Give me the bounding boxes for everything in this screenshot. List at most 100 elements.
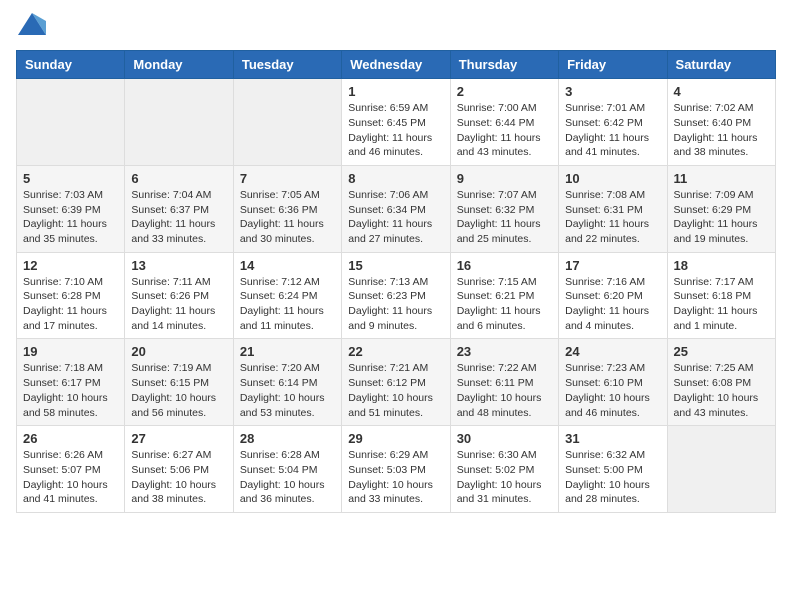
day-number: 20	[131, 344, 226, 359]
day-info: Sunrise: 7:21 AM Sunset: 6:12 PM Dayligh…	[348, 361, 443, 420]
calendar-cell: 29Sunrise: 6:29 AM Sunset: 5:03 PM Dayli…	[342, 426, 450, 513]
day-number: 11	[674, 171, 769, 186]
day-info: Sunrise: 6:29 AM Sunset: 5:03 PM Dayligh…	[348, 448, 443, 507]
calendar-cell: 5 Sunrise: 7:03 AM Sunset: 6:39 PM Daylig…	[17, 165, 125, 252]
day-info: Sunrise: 7:17 AM Sunset: 6:18 PM Dayligh…	[674, 275, 769, 334]
calendar-cell: 21 Sunrise: 7:20 AM Sunset: 6:14 PM Dayli…	[233, 339, 341, 426]
day-info: Sunrise: 7:00 AM Sunset: 6:44 PM Dayligh…	[457, 101, 552, 160]
day-number: 21	[240, 344, 335, 359]
weekday-header: Sunday	[17, 51, 125, 79]
calendar-cell: 14Sunrise: 7:12 AM Sunset: 6:24 PM Dayli…	[233, 252, 341, 339]
calendar-cell: 31 Sunrise: 6:32 AM Sunset: 5:00 PM Dayli…	[559, 426, 667, 513]
day-number: 6	[131, 171, 226, 186]
calendar-cell: 7 Sunrise: 7:05 AM Sunset: 6:36 PM Daylig…	[233, 165, 341, 252]
day-number: 24	[565, 344, 660, 359]
day-info: Sunrise: 7:03 AM Sunset: 6:39 PM Dayligh…	[23, 188, 118, 247]
day-info: Sunrise: 7:25 AM Sunset: 6:08 PM Dayligh…	[674, 361, 769, 420]
day-info: Sunrise: 7:11 AM Sunset: 6:26 PM Dayligh…	[131, 275, 226, 334]
day-number: 16	[457, 258, 552, 273]
day-number: 5	[23, 171, 118, 186]
day-info: Sunrise: 7:04 AM Sunset: 6:37 PM Dayligh…	[131, 188, 226, 247]
calendar-week-row: 26 Sunrise: 6:26 AM Sunset: 5:07 PM Dayli…	[17, 426, 776, 513]
calendar-cell	[17, 79, 125, 166]
calendar-cell: 12 Sunrise: 7:10 AM Sunset: 6:28 PM Dayli…	[17, 252, 125, 339]
day-number: 2	[457, 84, 552, 99]
day-number: 3	[565, 84, 660, 99]
weekday-header: Wednesday	[342, 51, 450, 79]
day-number: 10	[565, 171, 660, 186]
day-number: 28	[240, 431, 335, 446]
day-number: 9	[457, 171, 552, 186]
day-number: 15	[348, 258, 443, 273]
day-info: Sunrise: 6:26 AM Sunset: 5:07 PM Dayligh…	[23, 448, 118, 507]
calendar-cell: 13 Sunrise: 7:11 AM Sunset: 6:26 PM Dayli…	[125, 252, 233, 339]
logo	[16, 16, 46, 40]
calendar-cell: 26 Sunrise: 6:26 AM Sunset: 5:07 PM Dayli…	[17, 426, 125, 513]
calendar-cell: 16Sunrise: 7:15 AM Sunset: 6:21 PM Dayli…	[450, 252, 558, 339]
day-number: 7	[240, 171, 335, 186]
calendar-cell: 1Sunrise: 6:59 AM Sunset: 6:45 PM Daylig…	[342, 79, 450, 166]
calendar-cell: 27 Sunrise: 6:27 AM Sunset: 5:06 PM Dayli…	[125, 426, 233, 513]
day-number: 30	[457, 431, 552, 446]
day-info: Sunrise: 7:13 AM Sunset: 6:23 PM Dayligh…	[348, 275, 443, 334]
day-info: Sunrise: 6:30 AM Sunset: 5:02 PM Dayligh…	[457, 448, 552, 507]
day-info: Sunrise: 6:32 AM Sunset: 5:00 PM Dayligh…	[565, 448, 660, 507]
weekday-header-row: SundayMondayTuesdayWednesdayThursdayFrid…	[17, 51, 776, 79]
calendar-cell: 3Sunrise: 7:01 AM Sunset: 6:42 PM Daylig…	[559, 79, 667, 166]
day-number: 1	[348, 84, 443, 99]
day-info: Sunrise: 7:18 AM Sunset: 6:17 PM Dayligh…	[23, 361, 118, 420]
day-number: 18	[674, 258, 769, 273]
day-number: 26	[23, 431, 118, 446]
calendar-cell: 2 Sunrise: 7:00 AM Sunset: 6:44 PM Daylig…	[450, 79, 558, 166]
day-number: 19	[23, 344, 118, 359]
calendar-cell: 22 Sunrise: 7:21 AM Sunset: 6:12 PM Dayli…	[342, 339, 450, 426]
day-number: 31	[565, 431, 660, 446]
day-number: 12	[23, 258, 118, 273]
calendar-cell: 28 Sunrise: 6:28 AM Sunset: 5:04 PM Dayli…	[233, 426, 341, 513]
day-info: Sunrise: 7:16 AM Sunset: 6:20 PM Dayligh…	[565, 275, 660, 334]
calendar-cell: 25 Sunrise: 7:25 AM Sunset: 6:08 PM Dayli…	[667, 339, 775, 426]
day-info: Sunrise: 7:10 AM Sunset: 6:28 PM Dayligh…	[23, 275, 118, 334]
day-info: Sunrise: 7:20 AM Sunset: 6:14 PM Dayligh…	[240, 361, 335, 420]
day-number: 25	[674, 344, 769, 359]
day-number: 13	[131, 258, 226, 273]
day-info: Sunrise: 7:23 AM Sunset: 6:10 PM Dayligh…	[565, 361, 660, 420]
calendar-cell	[667, 426, 775, 513]
weekday-header: Thursday	[450, 51, 558, 79]
calendar-cell: 24 Sunrise: 7:23 AM Sunset: 6:10 PM Dayli…	[559, 339, 667, 426]
day-number: 14	[240, 258, 335, 273]
weekday-header: Monday	[125, 51, 233, 79]
day-info: Sunrise: 7:06 AM Sunset: 6:34 PM Dayligh…	[348, 188, 443, 247]
day-info: Sunrise: 7:08 AM Sunset: 6:31 PM Dayligh…	[565, 188, 660, 247]
day-number: 23	[457, 344, 552, 359]
calendar-cell: 19 Sunrise: 7:18 AM Sunset: 6:17 PM Dayli…	[17, 339, 125, 426]
day-number: 27	[131, 431, 226, 446]
day-info: Sunrise: 7:07 AM Sunset: 6:32 PM Dayligh…	[457, 188, 552, 247]
calendar-cell	[125, 79, 233, 166]
logo-icon	[18, 13, 46, 35]
day-info: Sunrise: 6:27 AM Sunset: 5:06 PM Dayligh…	[131, 448, 226, 507]
day-number: 17	[565, 258, 660, 273]
weekday-header: Saturday	[667, 51, 775, 79]
day-info: Sunrise: 7:02 AM Sunset: 6:40 PM Dayligh…	[674, 101, 769, 160]
day-number: 22	[348, 344, 443, 359]
day-number: 8	[348, 171, 443, 186]
calendar-week-row: 5 Sunrise: 7:03 AM Sunset: 6:39 PM Daylig…	[17, 165, 776, 252]
day-info: Sunrise: 7:05 AM Sunset: 6:36 PM Dayligh…	[240, 188, 335, 247]
calendar-cell: 30 Sunrise: 6:30 AM Sunset: 5:02 PM Dayli…	[450, 426, 558, 513]
calendar-cell: 23 Sunrise: 7:22 AM Sunset: 6:11 PM Dayli…	[450, 339, 558, 426]
calendar: SundayMondayTuesdayWednesdayThursdayFrid…	[16, 50, 776, 513]
page-header	[16, 16, 776, 40]
calendar-week-row: 12 Sunrise: 7:10 AM Sunset: 6:28 PM Dayli…	[17, 252, 776, 339]
calendar-cell: 18 Sunrise: 7:17 AM Sunset: 6:18 PM Dayli…	[667, 252, 775, 339]
day-info: Sunrise: 6:28 AM Sunset: 5:04 PM Dayligh…	[240, 448, 335, 507]
calendar-week-row: 19 Sunrise: 7:18 AM Sunset: 6:17 PM Dayli…	[17, 339, 776, 426]
calendar-cell: 4Sunrise: 7:02 AM Sunset: 6:40 PM Daylig…	[667, 79, 775, 166]
day-info: Sunrise: 7:19 AM Sunset: 6:15 PM Dayligh…	[131, 361, 226, 420]
calendar-cell: 17 Sunrise: 7:16 AM Sunset: 6:20 PM Dayli…	[559, 252, 667, 339]
calendar-cell: 8 Sunrise: 7:06 AM Sunset: 6:34 PM Daylig…	[342, 165, 450, 252]
calendar-cell: 20 Sunrise: 7:19 AM Sunset: 6:15 PM Dayli…	[125, 339, 233, 426]
day-info: Sunrise: 7:22 AM Sunset: 6:11 PM Dayligh…	[457, 361, 552, 420]
weekday-header: Tuesday	[233, 51, 341, 79]
calendar-week-row: 1Sunrise: 6:59 AM Sunset: 6:45 PM Daylig…	[17, 79, 776, 166]
